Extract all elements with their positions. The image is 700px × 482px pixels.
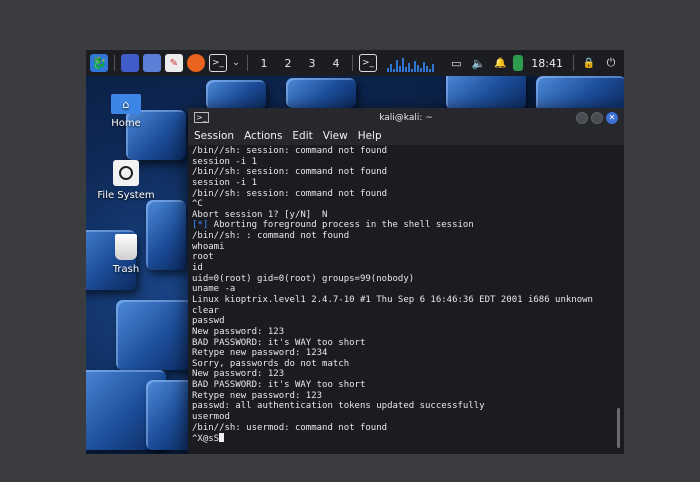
window-titlebar[interactable]: >_ kali@kali: ~ ✕ bbox=[188, 108, 624, 127]
terminal-line: ^C bbox=[192, 199, 203, 210]
drive-icon bbox=[113, 160, 139, 186]
desktop-icon-label: File System bbox=[97, 190, 155, 201]
terminal-line: whoami bbox=[192, 241, 225, 252]
home-folder-icon: ⌂ bbox=[111, 94, 141, 114]
battery-icon[interactable] bbox=[513, 55, 524, 71]
info-marker: [*] bbox=[192, 220, 209, 231]
terminal-app-icon[interactable]: >_ bbox=[359, 54, 377, 72]
desktop: 🐉 ✎ >_ ⌄ 1 2 3 4 >_ ▭ 🔈 🔔 18:41 🔒 ⏻ ⌂ Ho… bbox=[86, 50, 624, 454]
terminal-line: BAD PASSWORD: it's WAY too short bbox=[192, 337, 366, 348]
chevron-down-icon[interactable]: ⌄ bbox=[231, 54, 241, 72]
lock-icon[interactable]: 🔒 bbox=[580, 54, 598, 72]
menu-session[interactable]: Session bbox=[194, 130, 234, 142]
terminal-line: New password: 123 bbox=[192, 369, 285, 380]
menu-bar: Session Actions Edit View Help bbox=[188, 127, 624, 145]
terminal-output[interactable]: /bin//sh: session: command not found sess… bbox=[192, 146, 612, 452]
terminal-line: uname -a bbox=[192, 284, 236, 295]
terminal-line: /bin//sh: session: command not found bbox=[192, 167, 388, 178]
terminal-line: [*] Aborting foreground process in the s… bbox=[192, 220, 612, 231]
terminal-line: Retype new password: 1234 bbox=[192, 348, 328, 359]
terminal-line: Abort session 1? [y/N] N bbox=[192, 209, 328, 220]
text-editor-icon[interactable]: ✎ bbox=[165, 54, 183, 72]
separator bbox=[114, 55, 115, 71]
terminal-line: usermod bbox=[192, 412, 230, 423]
workspace-2[interactable]: 2 bbox=[278, 57, 298, 70]
terminal-line: /bin//sh: session: command not found bbox=[192, 146, 388, 156]
terminal-line: root bbox=[192, 252, 214, 263]
menu-help[interactable]: Help bbox=[358, 130, 382, 142]
cpu-graph bbox=[387, 54, 434, 72]
terminal-line: session -i 1 bbox=[192, 177, 258, 188]
display-icon[interactable]: ▭ bbox=[447, 54, 465, 72]
clock[interactable]: 18:41 bbox=[531, 57, 563, 70]
power-icon[interactable]: ⏻ bbox=[602, 54, 620, 72]
close-button[interactable]: ✕ bbox=[606, 111, 618, 124]
terminal-line: Retype new password: 123 bbox=[192, 390, 323, 401]
menu-view[interactable]: View bbox=[323, 130, 348, 142]
menu-edit[interactable]: Edit bbox=[292, 130, 312, 142]
terminal-line: clear bbox=[192, 305, 220, 316]
desktop-icon-label: Trash bbox=[112, 264, 140, 275]
show-desktop-icon[interactable] bbox=[121, 54, 139, 72]
desktop-icon-home[interactable]: ⌂ Home bbox=[86, 94, 166, 129]
terminal-line: id bbox=[192, 263, 203, 274]
kali-menu-icon[interactable]: 🐉 bbox=[90, 54, 108, 72]
separator bbox=[352, 55, 353, 71]
info-text: Aborting foreground process in the shell… bbox=[208, 220, 474, 231]
workspace-4[interactable]: 4 bbox=[326, 57, 346, 70]
separator bbox=[247, 55, 248, 71]
desktop-icon-trash[interactable]: Trash bbox=[86, 234, 166, 275]
terminal-line: session -i 1 bbox=[192, 156, 258, 167]
terminal-icon[interactable]: >_ bbox=[209, 54, 227, 72]
window-title: kali@kali: ~ bbox=[379, 112, 433, 123]
notification-bell-icon[interactable]: 🔔 bbox=[491, 54, 509, 72]
terminal-line: passwd bbox=[192, 316, 225, 327]
terminal-line: uid=0(root) gid=0(root) groups=99(nobody… bbox=[192, 273, 415, 284]
maximize-button[interactable] bbox=[591, 111, 603, 124]
trash-icon bbox=[115, 234, 137, 260]
terminal-line: New password: 123 bbox=[192, 326, 285, 337]
terminal-line: passwd: all authentication tokens update… bbox=[192, 401, 485, 412]
separator bbox=[573, 55, 574, 71]
terminal-line: Sorry, passwords do not match bbox=[192, 358, 350, 369]
volume-icon[interactable]: 🔈 bbox=[469, 54, 487, 72]
desktop-icon-label: Home bbox=[111, 118, 141, 129]
terminal-line: Linux kioptrix.level1 2.4.7-10 #1 Thu Se… bbox=[192, 294, 593, 305]
workspace-3[interactable]: 3 bbox=[302, 57, 322, 70]
file-manager-icon[interactable] bbox=[143, 54, 161, 72]
minimize-button[interactable] bbox=[576, 111, 588, 124]
terminal-line: BAD PASSWORD: it's WAY too short bbox=[192, 380, 366, 391]
terminal-line: /bin//sh: session: command not found bbox=[192, 188, 388, 199]
text-cursor bbox=[219, 433, 225, 443]
desktop-icon-file-system[interactable]: File System bbox=[86, 160, 166, 201]
menu-actions[interactable]: Actions bbox=[244, 130, 282, 142]
workspace-1[interactable]: 1 bbox=[254, 57, 274, 70]
terminal-window: >_ kali@kali: ~ ✕ Session Actions Edit V… bbox=[188, 108, 624, 454]
terminal-line: ^X@sS bbox=[192, 433, 612, 444]
firefox-icon[interactable] bbox=[187, 54, 205, 72]
taskbar: 🐉 ✎ >_ ⌄ 1 2 3 4 >_ ▭ 🔈 🔔 18:41 🔒 ⏻ bbox=[86, 50, 624, 76]
terminal-line: /bin//sh: : command not found bbox=[192, 231, 350, 242]
terminal-line: /bin//sh: usermod: command not found bbox=[192, 422, 388, 433]
scrollbar[interactable] bbox=[617, 408, 620, 448]
